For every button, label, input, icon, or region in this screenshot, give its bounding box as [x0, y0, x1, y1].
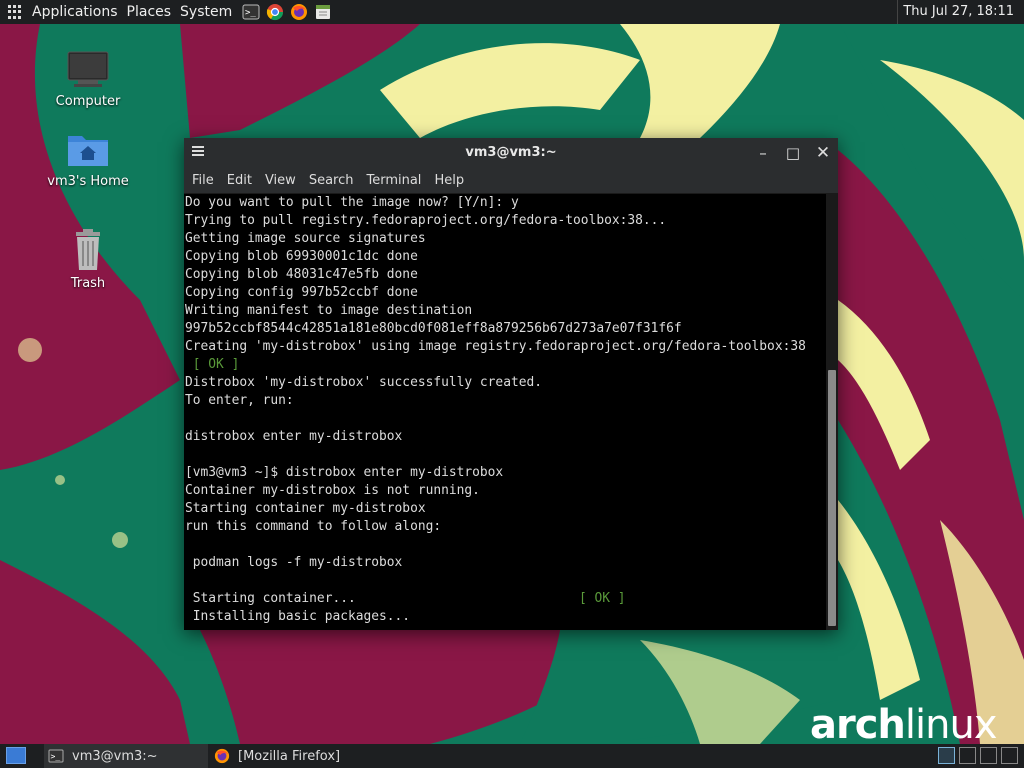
terminal-line: Starting container...[ OK ]	[185, 591, 626, 606]
workspace-3[interactable]	[980, 747, 997, 764]
terminal-line: To enter, run:	[185, 393, 294, 408]
scrollbar-thumb[interactable]	[828, 370, 836, 626]
close-icon[interactable]: ✕	[814, 144, 832, 162]
terminal-line: 997b52ccbf8544c42851a181e80bcd0f081eff8a…	[185, 321, 682, 336]
text-editor-launcher-icon[interactable]	[313, 2, 333, 22]
terminal-scrollbar[interactable]	[826, 194, 838, 630]
ok-status: [ OK ]	[185, 357, 240, 372]
ok-status: [ OK ]	[579, 591, 626, 606]
desktop-icon-label: Trash	[70, 276, 106, 291]
workspace-4[interactable]	[1001, 747, 1018, 764]
terminal-menubar: File Edit View Search Terminal Help	[184, 168, 838, 194]
terminal-line: Copying blob 48031c47e5fb done	[185, 267, 418, 282]
menu-system[interactable]: System	[180, 4, 232, 20]
desktop-icon-computer[interactable]: Computer	[38, 50, 138, 109]
bottom-taskbar: >_ vm3@vm3:~ [Mozilla Firefox]	[0, 744, 1024, 768]
terminal-line: Installing basic packages...	[185, 609, 411, 624]
terminal-line: run this command to follow along:	[185, 519, 442, 534]
workspace-2[interactable]	[959, 747, 976, 764]
terminal-titlebar[interactable]: vm3@vm3:~ – □ ✕	[184, 138, 838, 168]
firefox-launcher-icon[interactable]	[289, 2, 309, 22]
panel-separator	[897, 0, 898, 24]
top-panel: Applications Places System >_ Thu Jul 27…	[0, 0, 1024, 24]
archlinux-logo: archlinux	[810, 702, 998, 748]
svg-text:>_: >_	[245, 8, 256, 18]
terminal-line: [ OK ]	[185, 356, 826, 374]
taskbar-item-label: [Mozilla Firefox]	[238, 748, 341, 764]
home-folder-icon	[68, 136, 108, 166]
taskbar-item-label: vm3@vm3:~	[72, 748, 158, 764]
chrome-launcher-icon[interactable]	[265, 2, 285, 22]
terminal-line: Copying blob 69930001c1dc done	[185, 249, 418, 264]
menu-places[interactable]: Places	[127, 4, 172, 20]
terminal-line: podman logs -f my-distrobox	[185, 555, 403, 570]
trash-icon	[76, 229, 100, 270]
terminal-line: Starting container my-distrobox	[185, 501, 426, 516]
terminal-line: [vm3@vm3 ~]$ distrobox enter my-distrobo…	[185, 465, 504, 480]
terminal-line: Container my-distrobox is not running.	[185, 483, 480, 498]
taskbar-item-firefox[interactable]: [Mozilla Firefox]	[212, 744, 392, 768]
terminal-launcher-icon[interactable]: >_	[241, 2, 261, 22]
desktop-icon-trash[interactable]: Trash	[38, 228, 138, 291]
terminal-line: Distrobox 'my-distrobox' successfully cr…	[185, 375, 542, 390]
menu-applications[interactable]: Applications	[32, 4, 118, 20]
firefox-icon	[214, 748, 230, 764]
desktop-icon-label: vm3's Home	[47, 174, 129, 189]
menu-file[interactable]: File	[192, 173, 214, 188]
show-desktop-icon[interactable]	[6, 747, 26, 764]
terminal-line: Writing manifest to image destination	[185, 303, 473, 318]
computer-icon	[67, 51, 109, 87]
workspace-1[interactable]	[938, 747, 955, 764]
svg-text:>_: >_	[51, 752, 61, 761]
applications-grid-icon[interactable]	[8, 5, 22, 19]
terminal-line: Copying config 997b52ccbf done	[185, 285, 418, 300]
window-title: vm3@vm3:~	[465, 145, 557, 160]
terminal-line: Do you want to pull the image now? [Y/n]…	[185, 195, 519, 210]
menu-search[interactable]: Search	[309, 173, 354, 188]
terminal-icon: >_	[48, 749, 64, 763]
terminal-output[interactable]: Do you want to pull the image now? [Y/n]…	[184, 194, 826, 630]
clock[interactable]: Thu Jul 27, 18:11	[903, 4, 1014, 19]
desktop-icon-label: Computer	[55, 94, 121, 109]
menu-terminal[interactable]: Terminal	[366, 173, 421, 188]
maximize-icon[interactable]: □	[784, 144, 802, 162]
desktop-icon-home[interactable]: vm3's Home	[38, 130, 138, 189]
terminal-line: Getting image source signatures	[185, 231, 426, 246]
menu-help[interactable]: Help	[434, 173, 464, 188]
taskbar-item-terminal[interactable]: >_ vm3@vm3:~	[44, 744, 208, 768]
terminal-line: Creating 'my-distrobox' using image regi…	[185, 339, 806, 354]
menu-edit[interactable]: Edit	[227, 173, 252, 188]
terminal-line: Trying to pull registry.fedoraproject.or…	[185, 213, 667, 228]
minimize-icon[interactable]: –	[754, 144, 772, 162]
terminal-window[interactable]: vm3@vm3:~ – □ ✕ File Edit View Search Te…	[184, 138, 838, 630]
menu-view[interactable]: View	[265, 173, 296, 188]
terminal-line: distrobox enter my-distrobox	[185, 429, 403, 444]
